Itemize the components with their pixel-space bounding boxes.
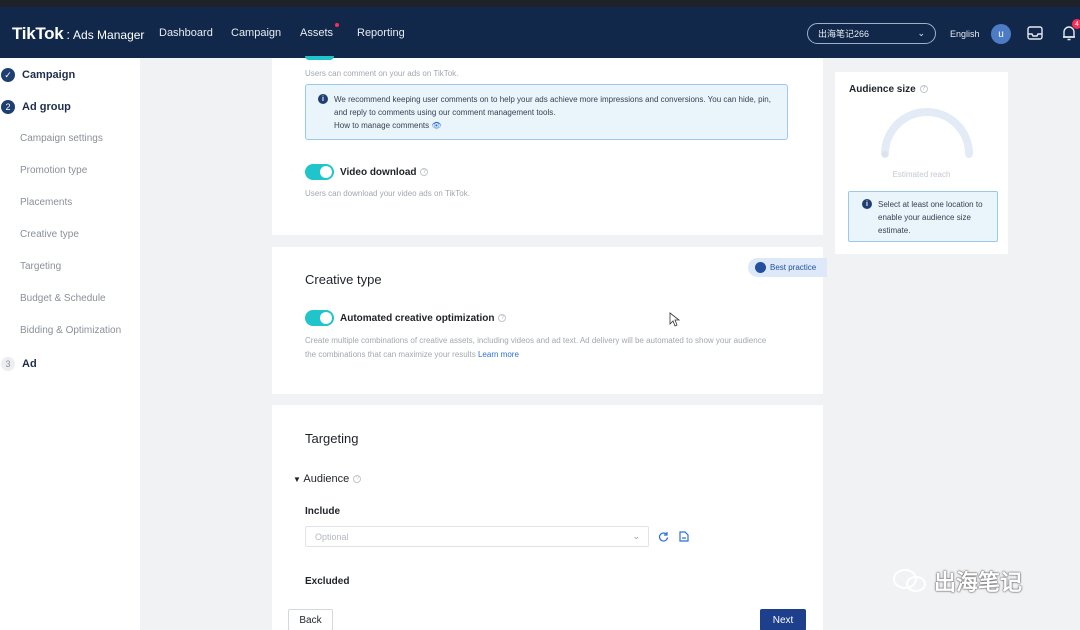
aco-description-text: Create multiple combinations of creative…: [305, 336, 767, 359]
sidebar-item-targeting[interactable]: Targeting: [20, 261, 61, 272]
manage-comments-link[interactable]: How to manage comments 👁: [334, 121, 442, 130]
video-download-toggle[interactable]: [305, 164, 334, 180]
check-icon: ✓: [1, 68, 15, 82]
logo-separator: :: [66, 27, 71, 42]
audience-info-text: Select at least one location to enable y…: [878, 200, 983, 235]
help-icon[interactable]: ?: [353, 475, 362, 484]
document-add-icon[interactable]: [679, 531, 689, 542]
sidebar-item-placements[interactable]: Placements: [20, 197, 72, 208]
automated-creative-optimization-toggle[interactable]: [305, 310, 334, 326]
step-ad-label: Ad: [22, 358, 37, 370]
chevron-down-icon: ⌄: [632, 531, 640, 541]
sidebar-item-creative-type[interactable]: Creative type: [20, 229, 79, 240]
learn-more-link[interactable]: Learn more: [478, 350, 519, 359]
excluded-label: Excluded: [305, 576, 350, 587]
audience-info-box: i Select at least one location to enable…: [848, 191, 998, 242]
targeting-title: Targeting: [305, 431, 359, 446]
language-selector[interactable]: English: [950, 29, 980, 39]
back-button[interactable]: Back: [288, 609, 333, 630]
notification-badge: 4: [1072, 19, 1080, 29]
top-navbar: TikTok : Ads Manager Dashboard Campaign …: [0, 7, 1080, 58]
step-ad[interactable]: 3 Ad: [0, 357, 37, 371]
next-button[interactable]: Next: [760, 609, 806, 630]
nav-dashboard[interactable]: Dashboard: [159, 27, 213, 39]
eye-icon: 👁: [431, 121, 442, 130]
chevron-down-icon: ⌄: [917, 28, 925, 38]
step-number: 3: [1, 357, 15, 371]
comments-description: Users can comment on your ads on TikTok.: [305, 69, 459, 78]
sidebar-item-promotion-type[interactable]: Promotion type: [20, 165, 87, 176]
video-download-description: Users can download your video ads on Tik…: [305, 189, 470, 198]
targeting-card: Targeting ▼ Audience? Include Optional ⌄…: [272, 405, 823, 596]
account-name: 出海笔记266: [818, 29, 870, 39]
step-ad-group[interactable]: 2 Ad group: [0, 100, 71, 114]
audience-label: Audience: [303, 473, 350, 485]
help-icon[interactable]: ?: [420, 168, 429, 177]
include-placeholder: Optional: [315, 532, 349, 542]
best-practice-button[interactable]: Best practice: [748, 258, 827, 277]
automated-creative-optimization-label: Automated creative optimization?: [340, 313, 507, 324]
manage-comments-link-text: How to manage comments: [334, 121, 430, 130]
aco-label-text: Automated creative optimization: [340, 313, 495, 324]
estimated-reach-label: Estimated reach: [892, 170, 951, 179]
info-icon: i: [318, 94, 328, 104]
sidebar-item-campaign-settings[interactable]: Campaign settings: [20, 133, 103, 144]
step-ad-group-label: Ad group: [22, 101, 71, 113]
reach-gauge: [881, 108, 973, 158]
nav-reporting[interactable]: Reporting: [357, 27, 405, 39]
best-practice-icon: [755, 262, 766, 273]
assets-notification-dot: [335, 23, 340, 27]
best-practice-label: Best practice: [770, 263, 817, 272]
inbox-icon[interactable]: [1026, 24, 1044, 42]
refresh-icon[interactable]: [658, 531, 669, 542]
user-avatar[interactable]: u: [991, 24, 1011, 44]
step-campaign-label: Campaign: [22, 69, 76, 81]
watermark-text: 出海笔记: [934, 570, 1023, 595]
step-campaign[interactable]: ✓ Campaign: [0, 68, 75, 82]
footer-bar: Back Next: [272, 596, 823, 630]
comments-info-box: i We recommend keeping user comments on …: [305, 84, 788, 140]
help-icon[interactable]: ?: [919, 85, 928, 94]
mouse-cursor-icon: [669, 312, 680, 327]
comments-info-text: We recommend keeping user comments on to…: [334, 95, 771, 117]
video-download-label-text: Video download: [340, 167, 417, 178]
caret-down-icon: ▼: [293, 475, 301, 484]
interactivity-card: Users can comment on your ads on TikTok.…: [272, 56, 823, 235]
logo-wordmark: TikTok: [12, 24, 64, 43]
nav-assets-label: Assets: [300, 27, 334, 39]
comments-toggle-partial[interactable]: [305, 56, 334, 60]
logo-subtitle: Ads Manager: [73, 28, 145, 42]
sidebar-item-bidding-optimization[interactable]: Bidding & Optimization: [20, 325, 121, 336]
tiktok-ads-manager-logo[interactable]: TikTok : Ads Manager: [12, 24, 144, 44]
wechat-watermark: 出海笔记: [892, 565, 1022, 597]
audience-size-panel: Audience size? Estimated reach i Select …: [835, 72, 1008, 254]
info-icon: i: [862, 199, 872, 209]
sidebar-item-budget-schedule[interactable]: Budget & Schedule: [20, 293, 106, 304]
nav-campaign[interactable]: Campaign: [231, 27, 281, 39]
aco-description: Create multiple combinations of creative…: [305, 334, 775, 362]
wechat-icon: [893, 569, 926, 592]
help-icon[interactable]: ?: [498, 314, 507, 323]
include-audience-select[interactable]: Optional ⌄: [305, 526, 649, 547]
creative-type-title: Creative type: [305, 272, 382, 287]
creative-type-card: Creative type Automated creative optimiz…: [272, 247, 823, 394]
audience-size-title-text: Audience size: [849, 84, 916, 95]
account-selector[interactable]: 出海笔记266 ⌄: [807, 23, 936, 44]
left-sidebar: ✓ Campaign 2 Ad group Campaign settings …: [0, 58, 140, 630]
window-top-strip: [0, 0, 1080, 7]
audience-toggle[interactable]: ▼ Audience?: [293, 473, 362, 485]
nav-assets[interactable]: Assets: [300, 23, 340, 39]
include-label: Include: [305, 506, 341, 517]
video-download-label: Video download?: [340, 167, 429, 178]
step-number: 2: [1, 100, 15, 114]
audience-size-title: Audience size?: [849, 84, 928, 95]
